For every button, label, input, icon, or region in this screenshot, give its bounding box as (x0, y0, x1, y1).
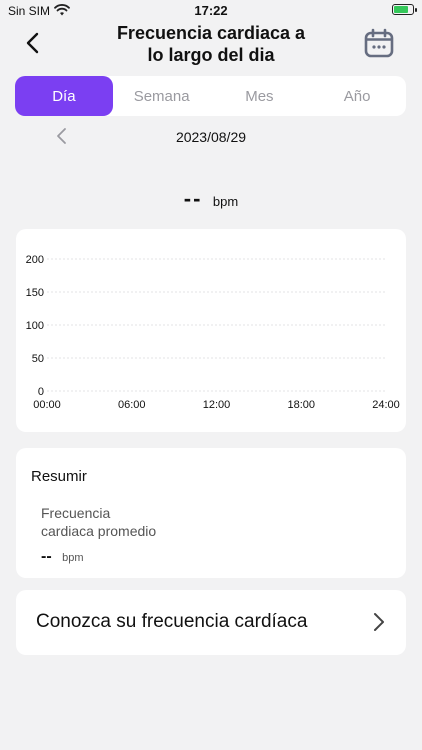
calendar-icon[interactable] (364, 28, 394, 58)
chevron-right-icon (374, 613, 384, 631)
tab-month[interactable]: Mes (211, 76, 309, 116)
status-time: 17:22 (194, 3, 228, 18)
x-tick-label: 06:00 (118, 399, 146, 411)
date-label: 2023/08/29 (175, 129, 247, 145)
tab-year[interactable]: Año (308, 76, 406, 116)
heart-rate-chart-card: 200 150 100 50 0 00:00 06:00 12:00 18:00 24:00 (16, 229, 406, 432)
y-tick-label: 0 (38, 386, 44, 398)
status-bar: Sin SIM 17:22 (0, 0, 422, 22)
tab-day[interactable]: Día (15, 76, 113, 116)
average-heart-rate-value: -- bpm (41, 548, 84, 566)
average-unit: bpm (62, 552, 84, 564)
current-heart-rate-unit: bpm (212, 194, 239, 209)
average-value: -- (41, 548, 52, 565)
x-tick-label: 24:00 (372, 399, 400, 411)
learn-heart-rate-label: Conozca su frecuencia cardíaca (36, 611, 308, 632)
back-button[interactable] (20, 30, 46, 56)
current-heart-rate: -- bpm (0, 186, 422, 212)
page-title: Frecuencia cardiaca a lo largo del dia (100, 22, 322, 66)
average-heart-rate-label: Frecuencia cardiaca promedio (41, 504, 201, 540)
y-tick-label: 200 (26, 254, 44, 266)
y-tick-label: 100 (26, 320, 44, 332)
tab-week[interactable]: Semana (113, 76, 211, 116)
heart-rate-chart: 200 150 100 50 000:00 06:00 12:00 18:00 24:00 (26, 254, 400, 411)
current-heart-rate-value: -- (183, 186, 203, 211)
page-title-line1: Frecuencia cardiaca a (116, 23, 306, 43)
average-label-line2: cardiaca promedio (41, 523, 157, 539)
y-tick-label: 150 (26, 287, 44, 299)
average-label-line1: Frecuencia (41, 505, 111, 521)
period-tabs: Día Semana Mes Año (15, 76, 406, 116)
x-tick-label: 00:00 (33, 399, 61, 411)
learn-heart-rate-row[interactable]: Conozca su frecuencia cardíaca (16, 590, 406, 655)
x-tick-label: 12:00 (203, 399, 231, 411)
y-tick-label: 50 (32, 353, 44, 365)
page-title-line2: lo largo del dia (147, 45, 275, 65)
battery-icon (392, 4, 417, 15)
summary-card: Resumir Frecuencia cardiaca promedio -- … (16, 448, 406, 578)
summary-title: Resumir (31, 468, 87, 485)
x-tick-label: 18:00 (287, 399, 315, 411)
